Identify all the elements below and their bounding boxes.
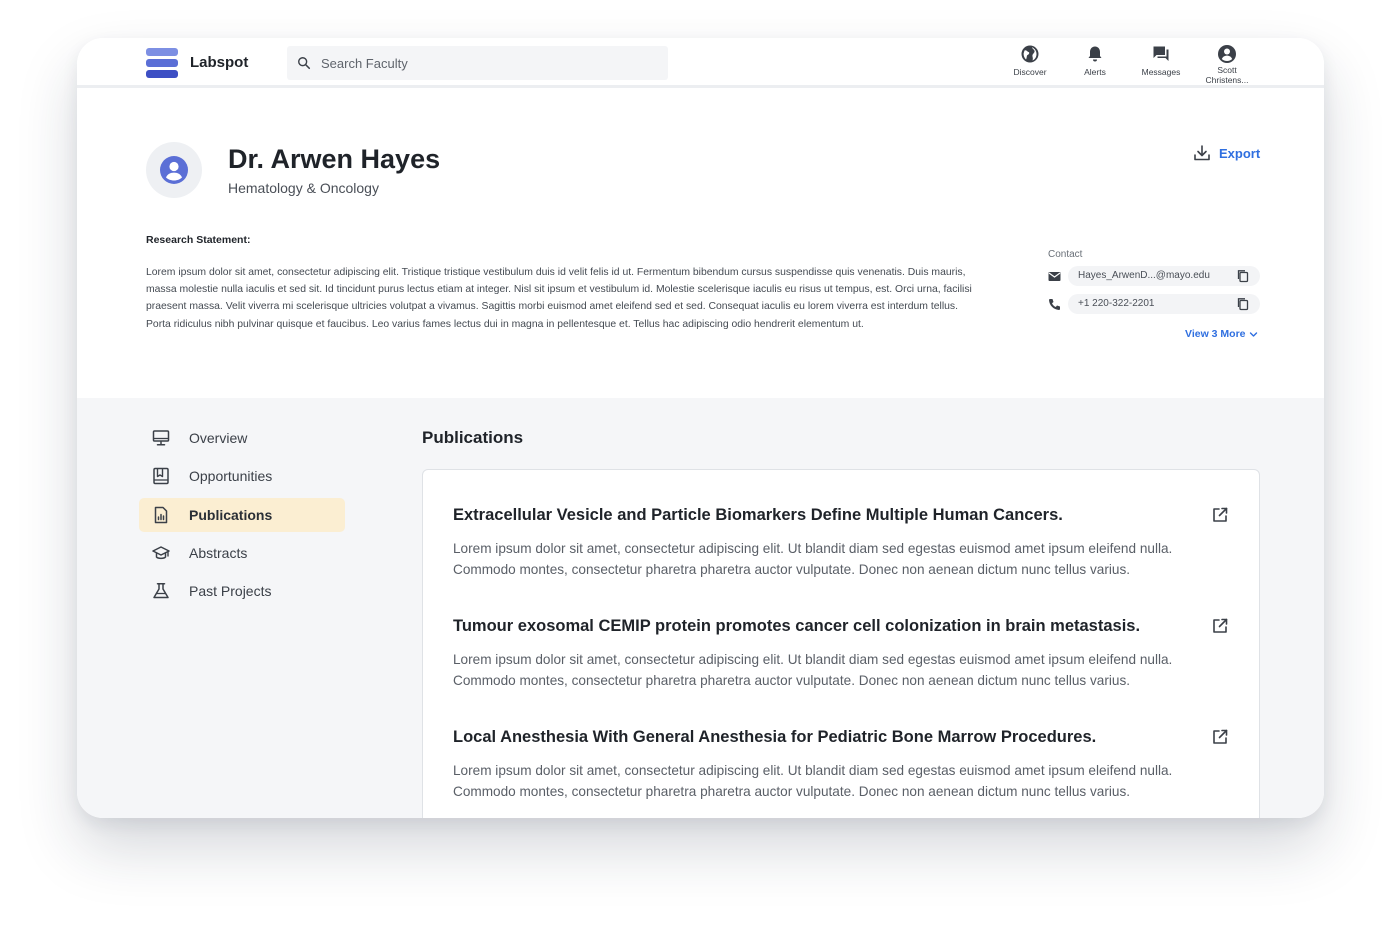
external-link-icon[interactable]: [1211, 728, 1229, 746]
bell-icon: [1088, 46, 1102, 62]
sidebar-item-opportunities[interactable]: Opportunities: [139, 459, 345, 493]
contact-email: Hayes_ArwenD...@mayo.edu: [1078, 270, 1210, 281]
monitor-icon: [152, 430, 170, 446]
faculty-department: Hematology & Oncology: [228, 180, 379, 196]
publication-title[interactable]: Extracellular Vesicle and Particle Bioma…: [453, 506, 1243, 525]
user-avatar-icon: [160, 156, 188, 184]
sidebar-item-label: Abstracts: [189, 545, 248, 561]
faculty-name: Dr. Arwen Hayes: [228, 144, 441, 174]
contact-email-row: Hayes_ArwenD...@mayo.edu: [1048, 266, 1260, 286]
globe-icon: [1021, 45, 1039, 63]
publication-item: Local Anesthesia With General Anesthesia…: [453, 728, 1243, 802]
publication-item: Extracellular Vesicle and Particle Bioma…: [453, 506, 1243, 580]
book-icon: [153, 467, 169, 485]
nav-alerts-label: Alerts: [1084, 67, 1106, 77]
contact-phone-row: +1 220-322-2201: [1048, 294, 1260, 314]
export-label: Export: [1219, 145, 1261, 161]
sidebar-item-overview[interactable]: Overview: [139, 421, 345, 455]
contact-email-field: Hayes_ArwenD...@mayo.edu: [1068, 266, 1260, 286]
chat-icon: [1153, 46, 1169, 61]
sidebar-item-label: Opportunities: [189, 468, 273, 484]
publications-list: Extracellular Vesicle and Particle Bioma…: [422, 469, 1260, 818]
nav-discover-label: Discover: [1013, 67, 1047, 77]
sidebar-item-label: Overview: [189, 430, 248, 446]
nav-messages-label: Messages: [1141, 67, 1181, 77]
export-button[interactable]: Export: [1193, 144, 1260, 162]
user-circle-icon: [1218, 45, 1236, 63]
top-bar: Labspot Discover Alerts: [77, 38, 1324, 88]
contact-phone: +1 220-322-2201: [1078, 298, 1155, 309]
nav-messages[interactable]: Messages: [1128, 44, 1194, 77]
sidebar-item-abstracts[interactable]: Abstracts: [139, 536, 345, 570]
nav-discover[interactable]: Discover: [997, 44, 1063, 77]
mail-icon: [1048, 272, 1061, 281]
nav-alerts[interactable]: Alerts: [1062, 44, 1128, 77]
brand-name: Labspot: [190, 54, 249, 71]
labspot-logo-icon[interactable]: [146, 48, 178, 78]
research-statement-label: Research Statement:: [146, 234, 251, 246]
publication-title[interactable]: Local Anesthesia With General Anesthesia…: [453, 728, 1243, 747]
view-more-contacts-button[interactable]: View 3 More: [1185, 328, 1258, 340]
sidebar-item-label: Past Projects: [189, 583, 272, 599]
search-input[interactable]: [321, 46, 661, 80]
view-more-label: View 3 More: [1185, 328, 1246, 340]
publication-item: Tumour exosomal CEMIP protein promotes c…: [453, 617, 1243, 691]
copy-icon[interactable]: [1236, 269, 1250, 283]
avatar: [146, 142, 202, 198]
copy-icon[interactable]: [1236, 297, 1250, 311]
contact-phone-field: +1 220-322-2201: [1068, 294, 1260, 314]
flask-icon: [153, 583, 169, 599]
contact-label: Contact: [1048, 249, 1083, 260]
search-bar[interactable]: [287, 46, 668, 80]
publication-description: Lorem ipsum dolor sit amet, consectetur …: [453, 652, 1173, 688]
publication-description: Lorem ipsum dolor sit amet, consectetur …: [453, 541, 1173, 577]
chevron-down-icon: [1249, 331, 1257, 337]
phone-icon: [1049, 299, 1060, 310]
nav-user-account[interactable]: Scott Christens...: [1194, 44, 1260, 85]
search-icon: [298, 57, 311, 70]
research-statement-text: Lorem ipsum dolor sit amet, consectetur …: [146, 267, 972, 330]
publication-title[interactable]: Tumour exosomal CEMIP protein promotes c…: [453, 617, 1243, 636]
publications-heading: Publications: [422, 428, 524, 447]
external-link-icon[interactable]: [1211, 617, 1229, 635]
document-chart-icon: [154, 506, 168, 524]
download-icon: [1194, 145, 1210, 161]
content-area: Overview Opportunities Publications Abst…: [77, 398, 1324, 818]
sidebar-item-label: Publications: [189, 507, 273, 523]
publication-description: Lorem ipsum dolor sit amet, consectetur …: [453, 763, 1173, 799]
graduation-cap-icon: [152, 546, 170, 560]
nav-user-label: Scott Christens...: [1205, 65, 1249, 85]
app-window: Labspot Discover Alerts: [77, 38, 1324, 818]
external-link-icon[interactable]: [1211, 506, 1229, 524]
sidebar-item-past-projects[interactable]: Past Projects: [139, 574, 345, 608]
sidebar-item-publications[interactable]: Publications: [139, 498, 345, 532]
